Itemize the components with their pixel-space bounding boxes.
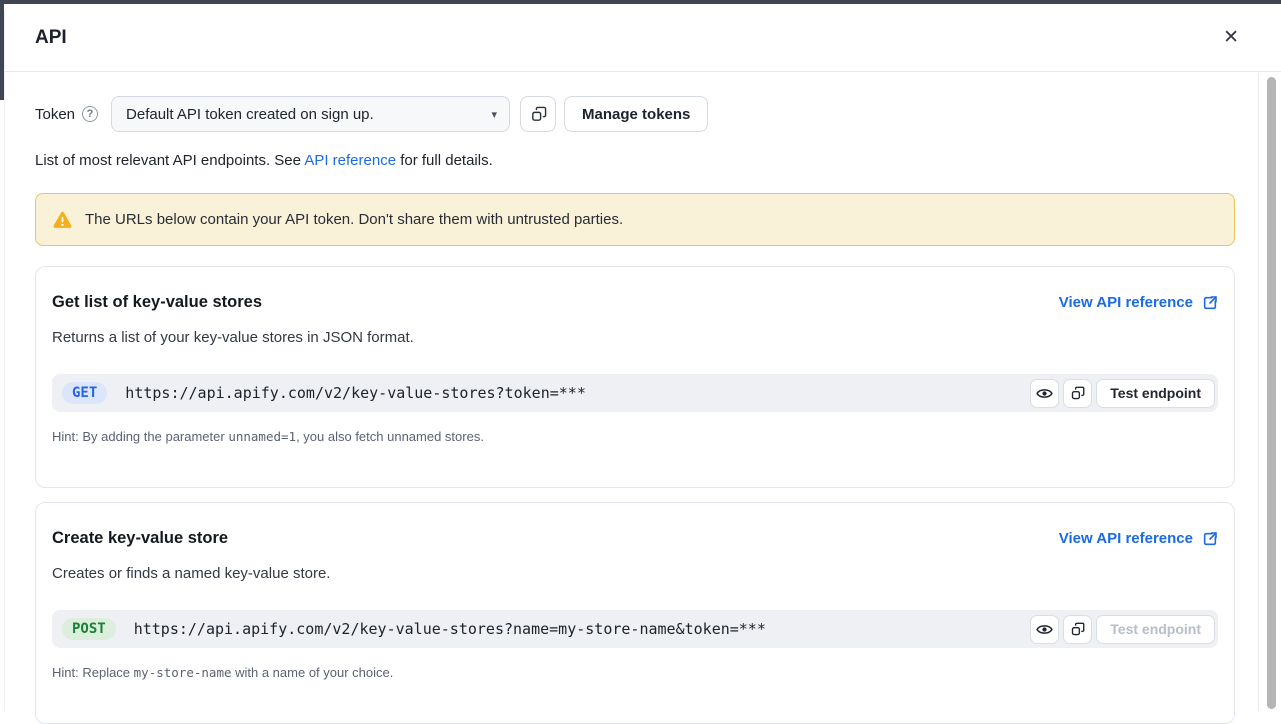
view-api-reference-link[interactable]: View API reference — [1059, 530, 1218, 547]
page-title: API — [35, 27, 67, 49]
chevron-down-icon: ▾ — [492, 108, 498, 121]
card-description: Returns a list of your key-value stores … — [52, 329, 1218, 346]
token-select-value: Default API token created on sign up. — [126, 106, 374, 123]
test-endpoint-button[interactable]: Test endpoint — [1096, 379, 1215, 408]
hint-prefix: Hint: Replace — [52, 665, 134, 680]
eye-icon — [1036, 385, 1053, 402]
method-badge-get: GET — [62, 382, 107, 404]
card-head: Get list of key-value stores View API re… — [52, 293, 1218, 312]
copy-icon — [530, 106, 547, 123]
modal-header: API ✕ — [5, 4, 1281, 72]
endpoint-url: https://api.apify.com/v2/key-value-store… — [125, 384, 1030, 402]
endpoint-card-create-store: Create key-value store View API referenc… — [35, 502, 1235, 724]
hint-code: unnamed=1 — [228, 429, 296, 444]
external-link-icon — [1202, 531, 1218, 547]
copy-icon — [1070, 622, 1085, 637]
api-modal: API ✕ Token ? Default API token created … — [4, 4, 1281, 711]
token-label: Token — [35, 106, 75, 123]
external-link-icon — [1202, 295, 1218, 311]
hint-code: my-store-name — [134, 665, 232, 680]
endpoint-row: POST https://api.apify.com/v2/key-value-… — [52, 610, 1218, 648]
copy-icon — [1070, 386, 1085, 401]
method-badge-post: POST — [62, 618, 116, 640]
warning-banner: The URLs below contain your API token. D… — [35, 193, 1235, 246]
warning-text: The URLs below contain your API token. D… — [85, 211, 623, 228]
copy-url-button[interactable] — [1063, 379, 1092, 408]
card-title: Get list of key-value stores — [52, 293, 262, 312]
intro-before: List of most relevant API endpoints. See — [35, 152, 304, 169]
copy-url-button[interactable] — [1063, 615, 1092, 644]
scrollbar[interactable] — [1267, 77, 1276, 709]
hint-suffix: with a name of your choice. — [232, 665, 394, 680]
card-title: Create key-value store — [52, 529, 228, 548]
warning-triangle-icon — [53, 211, 72, 229]
close-button[interactable]: ✕ — [1221, 26, 1241, 49]
scrollbar-track-line — [1258, 73, 1259, 711]
endpoint-hint: Hint: By adding the parameter unnamed=1,… — [52, 429, 1218, 444]
endpoint-hint: Hint: Replace my-store-name with a name … — [52, 665, 1218, 680]
endpoint-url: https://api.apify.com/v2/key-value-store… — [134, 620, 1031, 638]
test-endpoint-button[interactable]: Test endpoint — [1096, 615, 1215, 644]
card-head: Create key-value store View API referenc… — [52, 529, 1218, 548]
endpoint-card-get-list: Get list of key-value stores View API re… — [35, 266, 1235, 488]
modal-body: Token ? Default API token created on sig… — [5, 72, 1281, 724]
help-icon[interactable]: ? — [82, 106, 98, 122]
endpoint-actions: Test endpoint — [1030, 379, 1215, 408]
api-reference-link[interactable]: API reference — [304, 152, 396, 169]
copy-token-button[interactable] — [520, 96, 556, 132]
reveal-token-button[interactable] — [1030, 379, 1059, 408]
view-api-reference-label: View API reference — [1059, 530, 1193, 547]
token-select[interactable]: Default API token created on sign up. ▾ — [111, 96, 510, 132]
endpoint-row: GET https://api.apify.com/v2/key-value-s… — [52, 374, 1218, 412]
endpoint-actions: Test endpoint — [1030, 615, 1215, 644]
hint-prefix: Hint: By adding the parameter — [52, 429, 228, 444]
intro-after: for full details. — [396, 152, 493, 169]
eye-icon — [1036, 621, 1053, 638]
token-row: Token ? Default API token created on sig… — [35, 96, 1235, 132]
card-description: Creates or finds a named key-value store… — [52, 565, 1218, 582]
close-icon: ✕ — [1223, 27, 1239, 48]
view-api-reference-link[interactable]: View API reference — [1059, 294, 1218, 311]
intro-text: List of most relevant API endpoints. See… — [35, 152, 1235, 169]
manage-tokens-button[interactable]: Manage tokens — [564, 96, 708, 132]
reveal-token-button[interactable] — [1030, 615, 1059, 644]
hint-suffix: , you also fetch unnamed stores. — [296, 429, 484, 444]
view-api-reference-label: View API reference — [1059, 294, 1193, 311]
